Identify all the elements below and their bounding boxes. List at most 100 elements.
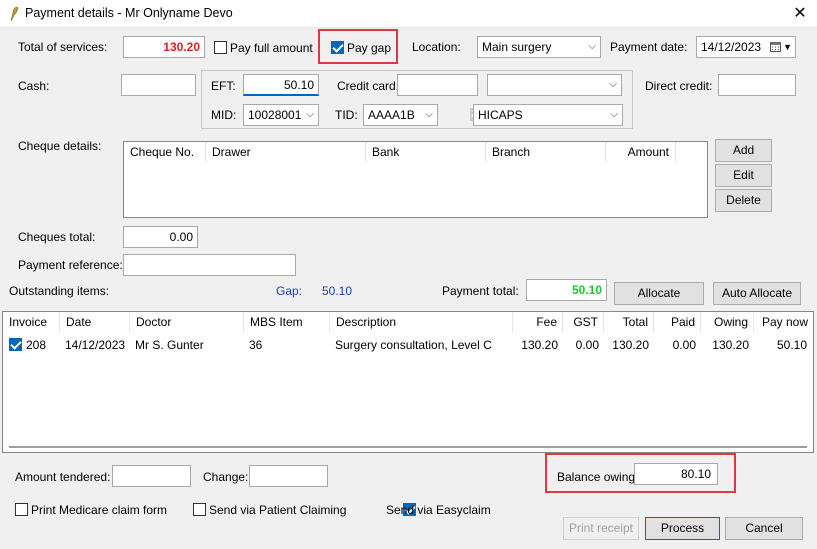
- date-dropdown-icon[interactable]: ▼: [783, 37, 792, 57]
- calendar-icon[interactable]: [770, 41, 781, 52]
- gap-value: 50.10: [322, 284, 353, 298]
- hicaps-select[interactable]: HICAPS ⌵: [473, 104, 623, 126]
- column-header[interactable]: Description: [330, 312, 513, 332]
- column-header[interactable]: Paid: [654, 312, 701, 332]
- balance-owing-label: Balance owing:: [557, 470, 639, 484]
- column-header[interactable]: Owing: [701, 312, 754, 332]
- send-patient-claiming-label: Send via Patient Claiming: [209, 503, 347, 517]
- cash-label: Cash:: [18, 79, 50, 93]
- chevron-down-icon: ⌵: [425, 109, 433, 120]
- amount-tendered-field[interactable]: [112, 465, 191, 487]
- payment-total-field[interactable]: 50.10: [526, 279, 607, 301]
- close-button[interactable]: ✕: [786, 2, 814, 26]
- title-bar: Payment details - Mr Onlyname Devo ✕: [0, 0, 817, 28]
- chevron-down-icon: ⌵: [306, 109, 314, 120]
- balance-owing-field[interactable]: 80.10: [634, 463, 718, 485]
- window-title: Payment details - Mr Onlyname Devo: [25, 6, 233, 20]
- column-header[interactable]: Fee: [513, 312, 563, 332]
- column-header[interactable]: Cheque No.: [124, 142, 206, 162]
- cheques-total-field[interactable]: 0.00: [123, 226, 198, 248]
- fee-cell: 130.20: [521, 338, 558, 352]
- cheque-list[interactable]: Cheque No. Drawer Bank Branch Amount: [123, 141, 708, 218]
- print-receipt-button[interactable]: Print receipt: [563, 517, 639, 540]
- allocate-button[interactable]: Allocate: [614, 282, 704, 305]
- edit-cheque-button[interactable]: Edit: [715, 164, 772, 187]
- pay-gap-checkbox[interactable]: [331, 41, 344, 54]
- payment-date-picker[interactable]: 14/12/2023 ▼: [696, 36, 796, 58]
- payment-total-label: Payment total:: [442, 284, 519, 298]
- chevron-down-icon: ⌵: [610, 109, 618, 120]
- column-header[interactable]: Amount: [606, 142, 676, 162]
- doctor-cell: Mr S. Gunter: [135, 338, 204, 352]
- column-header[interactable]: Pay now: [754, 312, 813, 332]
- process-button[interactable]: Process: [645, 517, 720, 540]
- tid-label: TID:: [335, 108, 358, 122]
- column-header[interactable]: GST: [563, 312, 604, 332]
- amount-tendered-label: Amount tendered:: [15, 470, 111, 484]
- column-header[interactable]: Invoice: [3, 312, 60, 332]
- mid-label: MID:: [211, 108, 237, 122]
- send-easyclaim-label: Send via Easyclaim: [386, 503, 491, 517]
- payment-date-label: Payment date:: [610, 40, 688, 54]
- pay-full-amount-label: Pay full amount: [230, 41, 313, 55]
- change-label: Change:: [203, 470, 249, 484]
- horizontal-scrollbar[interactable]: [9, 446, 807, 448]
- send-patient-claiming-checkbox[interactable]: [193, 503, 206, 516]
- outstanding-items-table[interactable]: Invoice Date Doctor MBS Item Description…: [2, 311, 814, 453]
- tid-select[interactable]: AAAA1B ⌵: [363, 104, 438, 126]
- table-row[interactable]: 208 14/12/2023 Mr S. Gunter 36 Surgery c…: [3, 334, 813, 354]
- credit-card-field[interactable]: [397, 74, 478, 96]
- total-services-field[interactable]: 130.20: [123, 36, 205, 58]
- pay-gap-label: Pay gap: [347, 41, 392, 55]
- direct-credit-field[interactable]: [718, 74, 796, 96]
- mbs-item-cell: 36: [249, 338, 263, 352]
- close-icon: ✕: [793, 5, 807, 22]
- tid-value: AAAA1B: [368, 108, 415, 122]
- column-header[interactable]: Drawer: [206, 142, 366, 162]
- pay-now-cell: 50.10: [776, 338, 807, 352]
- pay-full-amount-checkbox[interactable]: [214, 41, 227, 54]
- eft-label: EFT:: [211, 79, 236, 93]
- print-medicare-checkbox[interactable]: [15, 503, 28, 516]
- column-header[interactable]: Bank: [366, 142, 486, 162]
- outstanding-items-label: Outstanding items:: [9, 284, 110, 298]
- total-services-label: Total of services:: [18, 40, 108, 54]
- hicaps-value: HICAPS: [478, 108, 523, 122]
- row-select-checkbox[interactable]: [9, 338, 22, 351]
- cheque-details-label: Cheque details:: [18, 139, 102, 153]
- gap-label: Gap:: [276, 284, 303, 298]
- cash-field[interactable]: [121, 74, 196, 96]
- mid-value: 10028001: [248, 108, 302, 122]
- location-label: Location:: [412, 40, 461, 54]
- column-header[interactable]: Branch: [486, 142, 606, 162]
- eft-field[interactable]: 50.10: [243, 74, 319, 96]
- column-header[interactable]: MBS Item: [244, 312, 330, 332]
- auto-allocate-button[interactable]: Auto Allocate: [713, 282, 801, 305]
- chevron-down-icon: ⌵: [609, 79, 617, 90]
- column-header[interactable]: Total: [604, 312, 654, 332]
- total-cell: 130.20: [612, 338, 649, 352]
- date-cell: 14/12/2023: [65, 338, 126, 352]
- payment-reference-field[interactable]: [123, 254, 296, 276]
- location-value: Main surgery: [482, 40, 552, 54]
- payment-reference-label: Payment reference:: [18, 258, 123, 272]
- owing-cell: 130.20: [712, 338, 749, 352]
- cheques-total-label: Cheques total:: [18, 230, 96, 244]
- add-cheque-button[interactable]: Add: [715, 139, 772, 162]
- card-type-select[interactable]: ⌵: [487, 74, 622, 96]
- payment-date-value: 14/12/2023: [701, 40, 762, 54]
- description-cell: Surgery consultation, Level C: [335, 338, 492, 352]
- delete-cheque-button[interactable]: Delete: [715, 189, 772, 212]
- column-header[interactable]: Doctor: [130, 312, 244, 332]
- change-field[interactable]: [249, 465, 328, 487]
- mid-select[interactable]: 10028001 ⌵: [243, 104, 319, 126]
- location-select[interactable]: Main surgery ⌵: [477, 36, 601, 58]
- credit-card-label: Credit card:: [337, 79, 400, 93]
- column-header[interactable]: Date: [60, 312, 130, 332]
- direct-credit-label: Direct credit:: [645, 79, 713, 93]
- invoice-cell: 208: [26, 338, 47, 352]
- app-feather-icon: [10, 6, 19, 22]
- gst-cell: 0.00: [575, 338, 599, 352]
- cancel-button[interactable]: Cancel: [725, 517, 803, 540]
- paid-cell: 0.00: [672, 338, 696, 352]
